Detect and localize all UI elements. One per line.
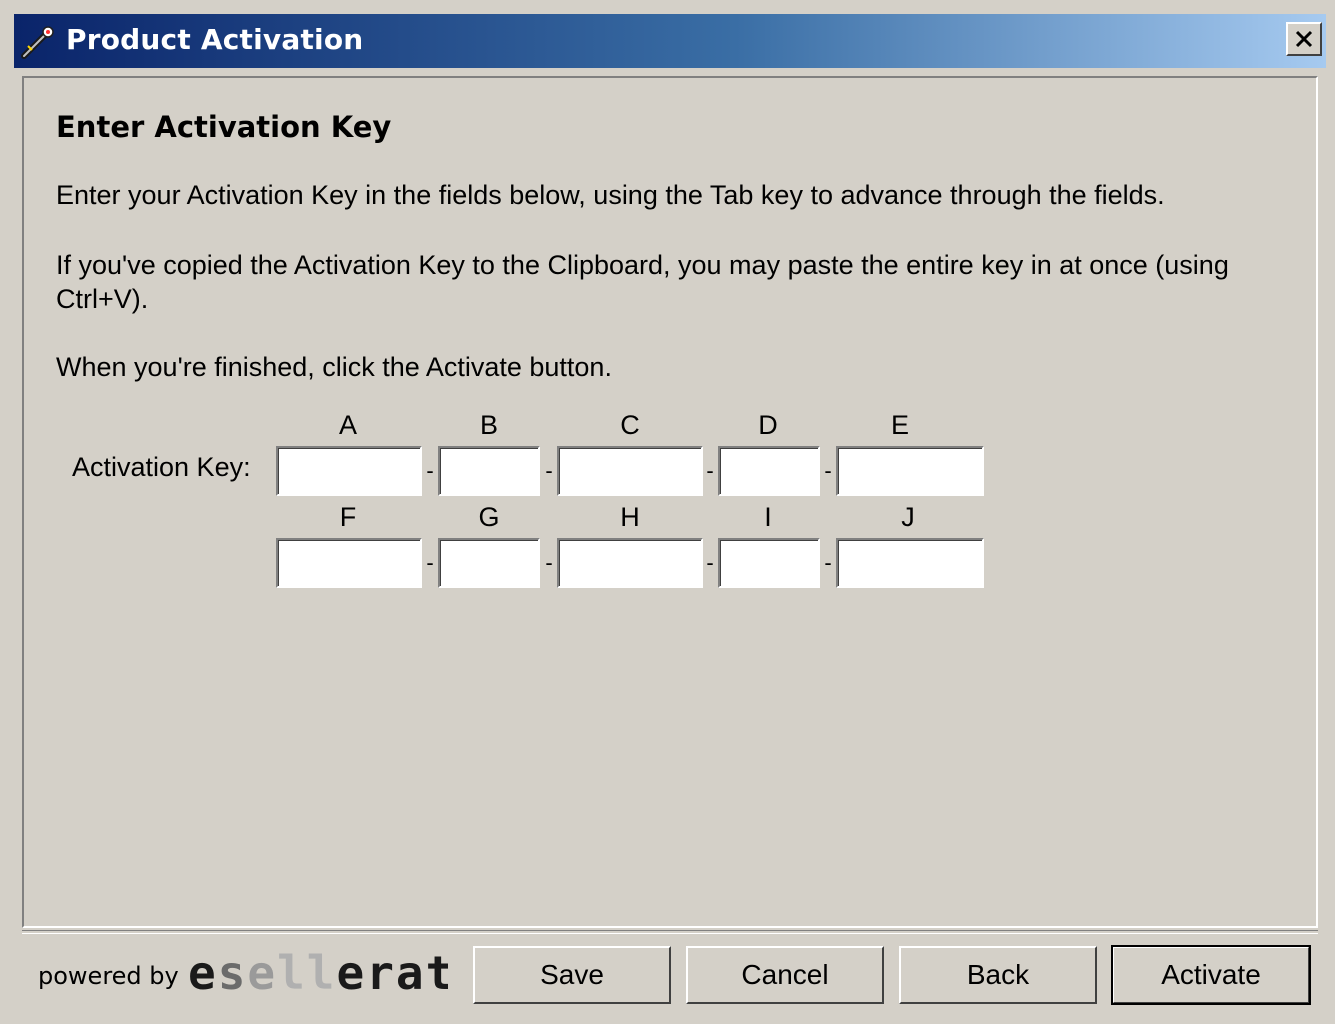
key-separator: - xyxy=(426,550,434,575)
field-letter-b: B xyxy=(479,410,498,440)
save-button[interactable]: Save xyxy=(473,946,671,1004)
key-field-h[interactable] xyxy=(557,538,703,588)
close-button[interactable] xyxy=(1286,22,1322,56)
key-field-e[interactable] xyxy=(836,446,984,496)
key-field-a[interactable] xyxy=(276,446,422,496)
powered-by-label: powered by xyxy=(38,962,179,990)
field-letter-f: F xyxy=(339,502,357,532)
activate-button[interactable]: Activate xyxy=(1111,945,1311,1005)
key-field-b[interactable] xyxy=(438,446,540,496)
field-letter-h: H xyxy=(620,502,640,532)
key-field-g[interactable] xyxy=(438,538,540,588)
esellerate-logo: esellerate xyxy=(188,946,448,995)
key-field-i[interactable] xyxy=(718,538,820,588)
key-separator: - xyxy=(545,550,553,575)
key-field-j[interactable] xyxy=(836,538,984,588)
key-field-d[interactable] xyxy=(718,446,820,496)
product-activation-window: Product Activation Enter Activation Key … xyxy=(0,0,1335,1024)
key-separator: - xyxy=(824,550,832,575)
field-letter-d: D xyxy=(758,410,778,440)
footer-divider xyxy=(22,930,1318,934)
field-letter-i: I xyxy=(764,502,772,532)
cancel-button[interactable]: Cancel xyxy=(686,946,884,1004)
instruction-activate: When you're finished, click the Activate… xyxy=(56,352,612,382)
key-separator: - xyxy=(706,550,714,575)
key-field-c[interactable] xyxy=(557,446,703,496)
svg-text:esellerate: esellerate xyxy=(188,946,448,995)
instruction-tab-key: Enter your Activation Key in the fields … xyxy=(56,180,1165,210)
field-letter-e: E xyxy=(890,410,909,440)
instruction-clipboard: If you've copied the Activation Key to t… xyxy=(56,250,1229,314)
window-title: Product Activation xyxy=(66,23,364,56)
key-field-f[interactable] xyxy=(276,538,422,588)
page-heading: Enter Activation Key xyxy=(56,110,392,144)
field-letter-a: A xyxy=(338,410,357,440)
key-separator: - xyxy=(545,458,553,483)
field-letter-g: G xyxy=(478,502,500,532)
key-separator: - xyxy=(824,458,832,483)
close-icon xyxy=(1295,30,1313,48)
back-button[interactable]: Back xyxy=(899,946,1097,1004)
key-wand-icon xyxy=(21,26,54,59)
title-bar[interactable]: Product Activation xyxy=(14,14,1326,68)
key-separator: - xyxy=(426,458,434,483)
field-letter-j: J xyxy=(901,502,915,532)
key-separator: - xyxy=(706,458,714,483)
field-letter-c: C xyxy=(620,410,640,440)
activation-key-label: Activation Key: xyxy=(72,452,251,482)
